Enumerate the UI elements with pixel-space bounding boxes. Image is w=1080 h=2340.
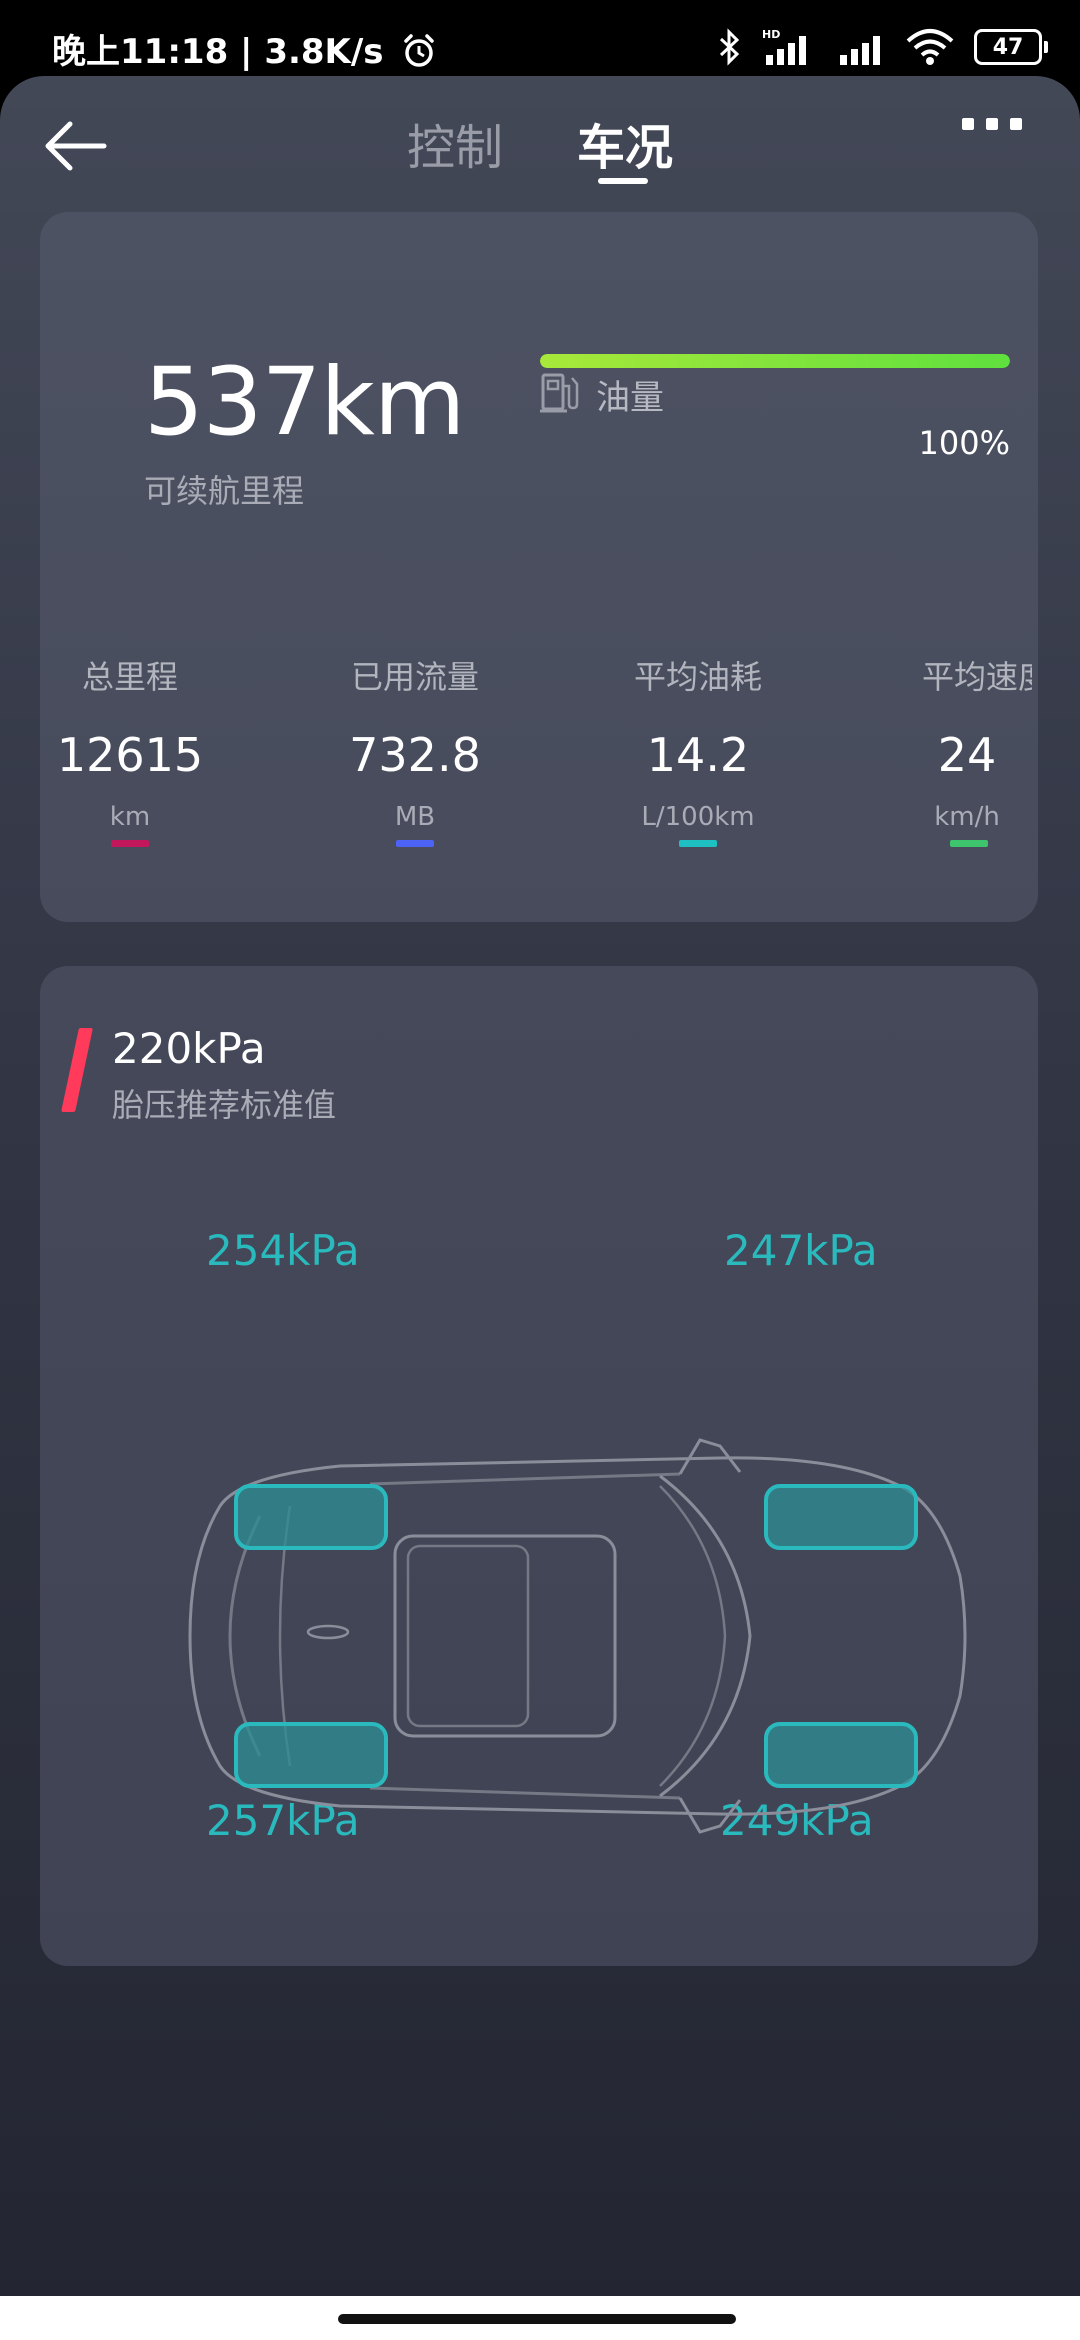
nav-bar — [0, 2296, 1080, 2340]
vehicle-summary-card: 537km 可续航里程 油量 100% 总里程 12615 km 已用流量 73… — [40, 212, 1038, 922]
home-indicator[interactable] — [338, 2314, 736, 2324]
alarm-icon — [404, 34, 435, 67]
fuel-level-fill — [540, 354, 1010, 368]
bluetooth-icon — [719, 28, 740, 66]
standard-accent-bar — [61, 1028, 93, 1112]
tab-control[interactable]: 控制 — [407, 108, 503, 178]
stat-color-line — [679, 840, 717, 847]
app-surface: 控制 车况 537km 可续航里程 油量 100% 总里程 12615 km 已… — [0, 76, 1080, 2306]
status-icons: HD 47 — [718, 22, 1048, 72]
range-value: 537km — [144, 348, 465, 457]
standard-pressure-label: 胎压推荐标准值 — [112, 1086, 337, 1124]
range-label: 可续航里程 — [144, 472, 305, 510]
car-top-view-icon — [188, 1438, 967, 1834]
fuel-level-bar — [540, 354, 1010, 368]
active-tab-indicator — [598, 178, 648, 184]
svg-text:HD: HD — [762, 28, 780, 41]
more-menu-icon[interactable] — [962, 118, 1022, 130]
fuel-label: 油量 — [596, 378, 664, 418]
fuel-pump-icon — [540, 373, 579, 413]
standard-pressure-value: 220kPa — [112, 1024, 266, 1073]
hd-signal-icon: HD — [762, 28, 806, 65]
tire-front-right-pressure: 247kPa — [724, 1226, 878, 1275]
tire-front-left-pressure: 254kPa — [206, 1226, 360, 1275]
stat-total-mileage: 总里程 12615 km — [30, 652, 230, 847]
wifi-icon — [906, 29, 954, 65]
stat-avg-speed: 平均速度 24 km/h — [882, 652, 1080, 847]
battery-icon: 47 — [974, 29, 1048, 65]
back-arrow-icon[interactable] — [38, 116, 110, 176]
stat-color-line — [111, 840, 149, 847]
stat-color-line — [396, 840, 434, 847]
stat-data-used: 已用流量 732.8 MB — [315, 652, 515, 847]
fuel-percent: 100% — [918, 424, 1010, 462]
signal-icon — [840, 36, 880, 65]
stat-avg-fuel: 平均油耗 14.2 L/100km — [598, 652, 798, 847]
stat-color-line — [950, 840, 988, 847]
tab-vehicle-status[interactable]: 车况 — [577, 108, 673, 178]
status-time-network: 晚上11:18 | 3.8K/s — [52, 24, 437, 73]
tire-pressure-card: 220kPa 胎压推荐标准值 254kPa 247kPa 257kPa 249k… — [40, 966, 1038, 1966]
